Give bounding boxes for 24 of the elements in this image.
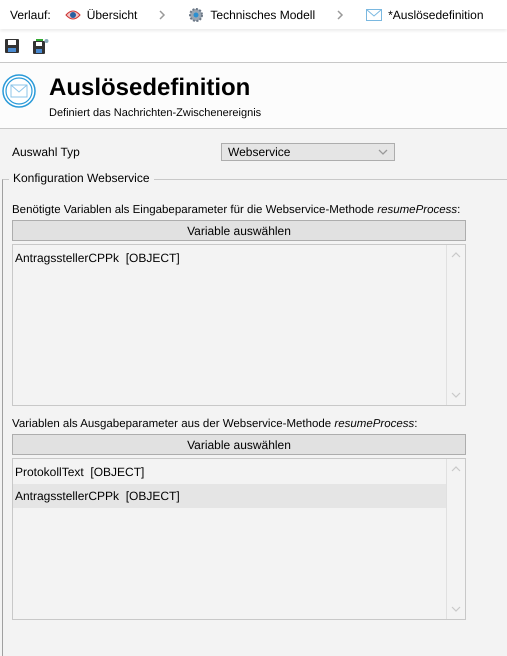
page-title: Auslösedefinition [49, 73, 252, 103]
chevron-icon [337, 10, 344, 20]
chevron-down-icon [378, 149, 388, 155]
type-label: Auswahl Typ [12, 145, 81, 159]
page-subtitle: Definiert das Nachrichten-Zwischenereignis [49, 107, 262, 119]
section-description: Variablen als Ausgabeparameter aus der Webservice-Methode resumeProcess: [12, 418, 418, 430]
gear-icon [188, 6, 204, 22]
breadcrumb-link[interactable]: *Auslösedefinition [388, 8, 484, 22]
section-description: Benötigte Variablen als Eingabeparameter für die Webservice-Methode resumeProcess: [12, 204, 462, 216]
list-item[interactable]: AntragsstellerCPPk [OBJECT] [13, 484, 446, 508]
type-dropdown[interactable]: Webservice [221, 143, 395, 161]
breadcrumb-link[interactable]: Übersicht [86, 8, 138, 22]
envelope-icon [366, 8, 382, 20]
list-item[interactable]: ProtokollText [OBJECT] [13, 460, 446, 484]
history-label: Verlauf: [10, 8, 51, 22]
save-as-icon[interactable] [33, 38, 49, 54]
select-variable-button[interactable]: Variable auswählen [12, 220, 466, 241]
eye-icon [64, 8, 81, 20]
group-title: Konfiguration Webservice [9, 171, 154, 185]
chevron-icon [159, 10, 166, 20]
select-variable-button[interactable]: Variable auswählen [12, 434, 466, 455]
list-item[interactable]: AntragsstellerCPPk [OBJECT] [13, 246, 446, 270]
breadcrumb-link[interactable]: Technisches Modell [210, 8, 316, 22]
save-icon[interactable] [5, 38, 19, 52]
